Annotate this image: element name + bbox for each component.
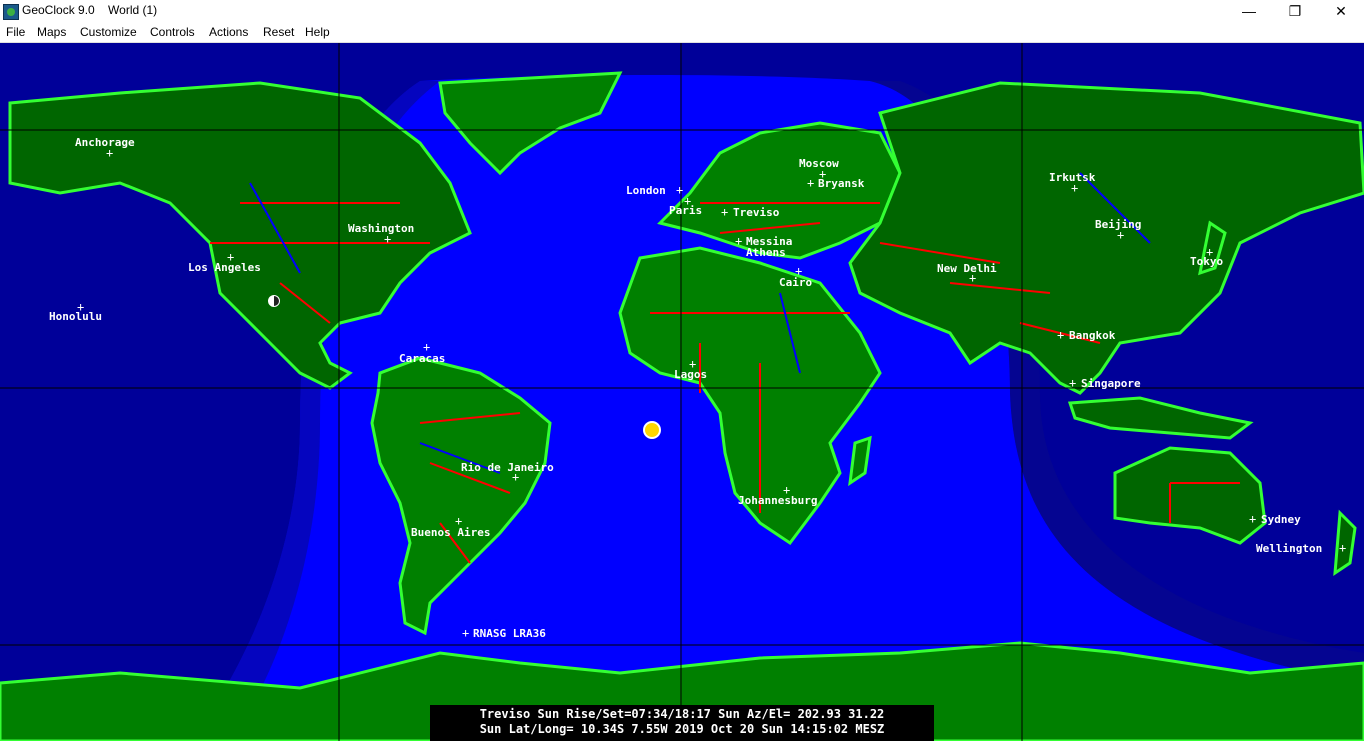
messina-marker-icon: +: [735, 234, 743, 248]
city-label-new-delhi[interactable]: New Delhi: [937, 262, 997, 275]
doc-title: World (1): [108, 3, 158, 17]
maximize-button[interactable]: ❐: [1272, 0, 1318, 22]
sun-position-status: Sun Lat/Long= 10.34S 7.55W 2019 Oct 20 S…: [479, 722, 885, 736]
bryansk-marker-icon: +: [807, 176, 815, 190]
menu-actions[interactable]: Actions: [209, 25, 248, 39]
city-label-irkutsk[interactable]: Irkutsk: [1049, 171, 1095, 184]
map-canvas: [0, 43, 1364, 741]
city-label-moscow[interactable]: Moscow: [799, 157, 839, 170]
menu-maps[interactable]: Maps: [37, 25, 66, 39]
menu-help[interactable]: Help: [305, 25, 330, 39]
city-label-bangkok[interactable]: Bangkok: [1069, 329, 1115, 342]
city-label-lagos[interactable]: Lagos: [674, 368, 707, 381]
city-label-bryansk[interactable]: Bryansk: [818, 177, 864, 190]
app-title: GeoClock 9.0: [22, 3, 95, 17]
title-bar: GeoClock 9.0 World (1) — ❐ ✕: [0, 0, 1364, 22]
city-label-anchorage[interactable]: Anchorage: [75, 136, 135, 149]
close-button[interactable]: ✕: [1318, 0, 1364, 22]
singapore-marker-icon: +: [1069, 376, 1077, 390]
city-label-beijing[interactable]: Beijing: [1095, 218, 1141, 231]
city-label-athens[interactable]: Athens: [746, 246, 786, 259]
london-marker-icon: +: [676, 183, 684, 197]
city-label-tokyo[interactable]: Tokyo: [1190, 255, 1223, 268]
city-label-paris[interactable]: Paris: [669, 204, 702, 217]
city-label-washington[interactable]: Washington: [348, 222, 414, 235]
city-label-cairo[interactable]: Cairo: [779, 276, 812, 289]
city-label-rio-de-janeiro[interactable]: Rio de Janeiro: [461, 461, 554, 474]
sydney-marker-icon: +: [1249, 512, 1257, 526]
menu-file[interactable]: File: [6, 25, 25, 39]
wellington-marker-icon: +: [1339, 541, 1347, 555]
rnasg-marker-icon: +: [462, 626, 470, 640]
window-title: GeoClock 9.0 World (1): [22, 3, 157, 17]
bangkok-marker-icon: +: [1057, 328, 1065, 342]
city-label-buenos-aires[interactable]: Buenos Aires: [411, 526, 490, 539]
city-label-singapore[interactable]: Singapore: [1081, 377, 1141, 390]
city-label-honolulu[interactable]: Honolulu: [49, 310, 102, 323]
city-label-wellington[interactable]: Wellington: [1256, 542, 1322, 555]
menu-customize[interactable]: Customize: [80, 25, 137, 39]
city-label-sydney[interactable]: Sydney: [1261, 513, 1301, 526]
city-label-rnasg[interactable]: RNASG LRA36: [473, 627, 546, 640]
menu-controls[interactable]: Controls: [150, 25, 195, 39]
sun-position-icon: [645, 423, 659, 437]
city-label-caracas[interactable]: Caracas: [399, 352, 445, 365]
menu-bar: File Maps Customize Controls Actions Res…: [0, 22, 1364, 43]
city-label-london[interactable]: London: [626, 184, 666, 197]
sun-rise-set-status: Treviso Sun Rise/Set=07:34/18:17 Sun Az/…: [479, 707, 885, 721]
app-globe-icon[interactable]: [3, 4, 19, 20]
city-label-treviso[interactable]: Treviso: [733, 206, 779, 219]
moon-position-icon: [268, 295, 280, 307]
minimize-button[interactable]: —: [1226, 0, 1272, 22]
city-label-johannesburg[interactable]: Johannesburg: [738, 494, 817, 507]
city-label-los-angeles[interactable]: Los Angeles: [188, 261, 261, 274]
treviso-marker-icon: +: [721, 205, 729, 219]
menu-reset[interactable]: Reset: [263, 25, 294, 39]
world-map[interactable]: + Anchorage + Honolulu + Los Angeles + W…: [0, 43, 1364, 741]
